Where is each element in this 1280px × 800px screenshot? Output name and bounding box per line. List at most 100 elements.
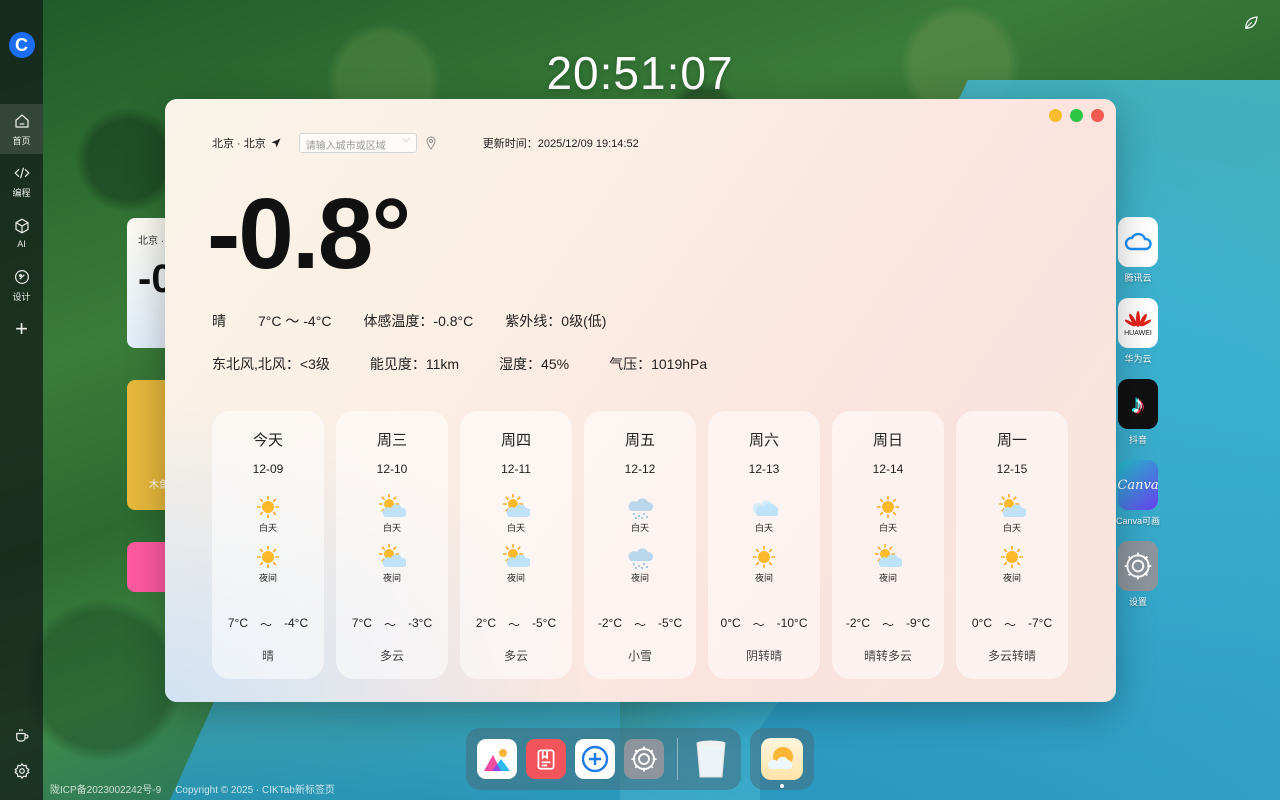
range-separator: ～ <box>633 618 646 632</box>
forecast-day-name: 周三 <box>376 432 407 449</box>
city-search-select[interactable]: 请输入城市或区域 <box>298 133 417 153</box>
app-label: 抖音 <box>1128 435 1147 445</box>
snow-icon <box>628 548 654 570</box>
app-tencent-cloud[interactable]: 腾讯云 <box>1113 217 1163 298</box>
partly-cloudy-icon <box>874 544 902 567</box>
trash-icon[interactable] <box>691 739 731 779</box>
footer: 陇ICP备2023002242号-9 Copyright © 2025 · CI… <box>50 781 335 796</box>
forecast-temp-range: -2°C ～ -5°C <box>598 616 682 633</box>
forecast-date: 12-14 <box>872 462 904 476</box>
maximize-button[interactable] <box>1070 109 1083 122</box>
range-separator: ～ <box>881 618 894 632</box>
forecast-day-card[interactable]: 周日 12-14 白天 夜间 -2°C ～ -9°C 晴转多云 <box>832 411 944 679</box>
daytime-label: 白天 <box>754 523 773 533</box>
sidebar-item-ai[interactable]: AI <box>0 208 43 258</box>
sidebar-item-home[interactable]: 首页 <box>0 104 43 154</box>
home-icon <box>14 113 29 128</box>
partly-cloudy-icon <box>378 494 406 517</box>
running-indicator <box>780 784 784 788</box>
leaf-icon[interactable] <box>1242 14 1260 32</box>
update-time: 更新时间：2025/12/09 19:14:52 <box>482 138 639 150</box>
sidebar-item-design[interactable]: 设计 <box>0 260 43 310</box>
current-temperature: -0.8° <box>207 178 411 290</box>
forecast-high: -2°C <box>597 616 622 630</box>
design-icon <box>14 269 29 284</box>
dock <box>466 728 741 790</box>
forecast-condition: 多云转晴 <box>987 649 1036 663</box>
daytime-label: 白天 <box>878 523 897 533</box>
sidebar-item-code[interactable]: 编程 <box>0 156 43 206</box>
forecast-condition: 多云 <box>503 649 528 663</box>
forecast-day-card[interactable]: 周一 12-15 白天 夜间 0°C ～ -7°C 多云转晴 <box>956 411 1068 679</box>
forecast-high: 7°C <box>351 616 372 630</box>
temperature-range: 7°C ～ -4°C <box>258 313 332 329</box>
forecast-day-name: 周五 <box>624 432 655 449</box>
location-pin-icon[interactable] <box>425 136 437 150</box>
range-separator: ～ <box>259 618 272 632</box>
forecast-high: 0°C <box>971 616 992 630</box>
forecast-condition: 晴 <box>261 649 274 663</box>
daytime-label: 白天 <box>506 523 525 533</box>
forecast-day-card[interactable]: 周六 12-13 白天 夜间 0°C ～ -10°C 阴转晴 <box>708 411 820 679</box>
app-settings[interactable]: 设置 <box>1113 541 1163 622</box>
night-label: 夜间 <box>1002 573 1021 583</box>
forecast-day-name: 周六 <box>748 432 779 449</box>
huawei-icon: HUAWEI <box>1118 298 1158 348</box>
tencent-cloud-icon <box>1118 217 1158 267</box>
copyright-text: Copyright © 2025 · CIKTab新标签页 <box>175 785 335 796</box>
forecast-day-name: 周四 <box>500 432 531 449</box>
forecast-temp-range: -2°C ～ -9°C <box>846 616 930 633</box>
night-label: 夜间 <box>630 573 649 583</box>
forecast-low: -3°C <box>408 616 433 630</box>
gear-icon[interactable] <box>13 762 31 780</box>
code-icon <box>13 167 30 178</box>
bookmark-icon[interactable] <box>526 739 566 779</box>
cloudy-icon <box>752 500 778 516</box>
app-label: 设置 <box>1128 597 1147 607</box>
forecast-low: -5°C <box>532 616 557 630</box>
forecast-condition: 阴转晴 <box>745 649 782 663</box>
forecast-day-card[interactable]: 周五 12-12 白天 夜间 -2°C ～ -5°C 小雪 <box>584 411 696 679</box>
navigation-arrow-icon[interactable] <box>270 137 282 149</box>
weather-app-icon[interactable] <box>761 738 803 780</box>
forecast-condition: 小雪 <box>627 649 652 663</box>
night-label: 夜间 <box>258 573 277 583</box>
minimize-button[interactable] <box>1049 109 1062 122</box>
app-douyin[interactable]: ♪ 抖音 <box>1113 379 1163 460</box>
app-huawei-cloud[interactable]: HUAWEI 华为云 <box>1113 298 1163 379</box>
icp-link[interactable]: 陇ICP备2023002242号-9 <box>50 781 161 796</box>
daytime-label: 白天 <box>382 523 401 533</box>
app-label: Canva可画 <box>1115 516 1161 526</box>
forecast-low: -5°C <box>658 616 683 630</box>
forecast-date: 12-12 <box>624 462 656 476</box>
forecast-condition: 晴转多云 <box>863 649 912 663</box>
forecast-list: 今天 12-09 白天 夜间 7°C ～ -4°C 晴 周三 12-10 白天 夜间 7°C ～ -3°C 多… <box>212 411 1068 679</box>
close-button[interactable] <box>1091 109 1104 122</box>
dock-running-apps <box>750 728 814 790</box>
add-category-button[interactable]: + <box>0 316 43 342</box>
forecast-date: 12-10 <box>376 462 408 476</box>
photos-icon[interactable] <box>477 739 517 779</box>
forecast-date: 12-13 <box>748 462 780 476</box>
pressure: 气压：1019hPa <box>609 356 708 372</box>
settings-icon[interactable] <box>624 739 664 779</box>
forecast-low: -4°C <box>284 616 309 630</box>
forecast-day-card[interactable]: 周四 12-11 白天 夜间 2°C ～ -5°C 多云 <box>460 411 572 679</box>
forecast-day-card[interactable]: 周三 12-10 白天 夜间 7°C ～ -3°C 多云 <box>336 411 448 679</box>
forecast-day-card[interactable]: 今天 12-09 白天 夜间 7°C ～ -4°C 晴 <box>212 411 324 679</box>
partly-cloudy-icon <box>502 494 530 517</box>
sidebar: C 首页 编程 AI 设计 + <box>0 0 43 800</box>
forecast-temp-range: 0°C ～ -10°C <box>721 616 808 633</box>
coffee-icon[interactable] <box>13 726 31 744</box>
app-canva[interactable]: Canva Canva可画 <box>1113 460 1163 541</box>
app-label: 华为云 <box>1124 354 1152 364</box>
desktop-clock: 20:51:07 <box>546 47 734 99</box>
forecast-day-name: 周一 <box>996 432 1027 449</box>
forecast-high: 7°C <box>227 616 248 630</box>
feels-like: 体感温度：-0.8°C <box>363 313 474 329</box>
weather-details-row-1: 晴 7°C ～ -4°C 体感温度：-0.8°C 紫外线：0级(低) <box>212 311 638 331</box>
add-icon[interactable] <box>575 739 615 779</box>
sun-icon <box>256 495 280 519</box>
sidebar-item-label: AI <box>17 239 26 249</box>
current-location: 北京 · 北京 <box>212 138 266 150</box>
